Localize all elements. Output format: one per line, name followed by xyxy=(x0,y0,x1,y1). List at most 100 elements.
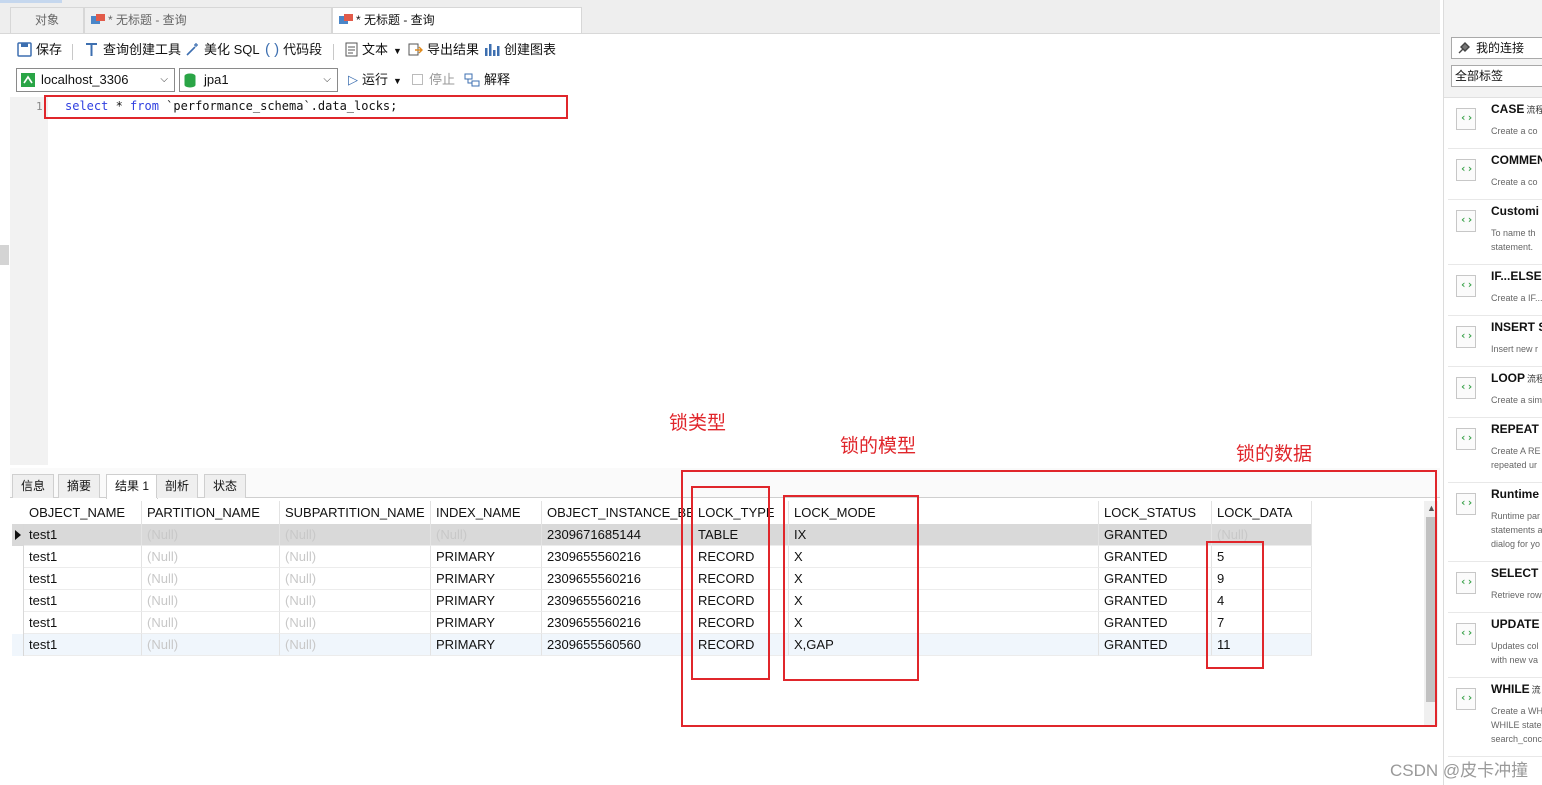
table-cell[interactable]: PRIMARY xyxy=(431,546,542,568)
toolbar-divider xyxy=(333,44,334,60)
line-number-gutter xyxy=(10,97,48,465)
query-builder-button[interactable]: 查询创建工具 xyxy=(84,40,181,60)
snippet-item[interactable]: ‹› REPEAT Create A RE repeated ur xyxy=(1448,418,1542,483)
splitter-handle[interactable] xyxy=(0,245,9,265)
table-cell[interactable]: (Null) xyxy=(142,612,280,634)
table-cell[interactable]: (Null) xyxy=(142,546,280,568)
stop-button[interactable]: 停止 xyxy=(412,70,455,90)
tab-summary[interactable]: 摘要 xyxy=(58,474,101,498)
snippet-title-text: Customi xyxy=(1491,204,1539,218)
table-cell[interactable]: test1 xyxy=(24,590,142,612)
snippet-description-line: repeated ur xyxy=(1491,460,1538,470)
row-selector[interactable] xyxy=(12,590,24,612)
table-cell[interactable]: PRIMARY xyxy=(431,612,542,634)
snippet-item[interactable]: ‹› Runtime Runtime par statements a dialog f… xyxy=(1448,483,1542,562)
snippet-code-icon: ‹› xyxy=(1456,377,1476,399)
row-selector[interactable] xyxy=(12,612,24,634)
connection-select[interactable]: localhost_3306 ⌵ xyxy=(16,68,175,92)
table-cell[interactable]: test1 xyxy=(24,568,142,590)
table-cell[interactable]: (Null) xyxy=(431,524,542,546)
run-button[interactable]: ▷ 运行 ▼ xyxy=(348,70,402,90)
tab-query-untitled-2[interactable]: * 无标题 - 查询 xyxy=(332,7,582,33)
column-header[interactable]: INDEX_NAME xyxy=(431,501,542,525)
editor-toolbar: 保存 查询创建工具 美化 SQL ( ) 代码段 文本 ▼ 导出结果 创建图表 xyxy=(0,36,1440,64)
snippet-item[interactable]: ‹› COMMEN Create a co xyxy=(1448,149,1542,200)
column-header[interactable]: OBJECT_INSTANCE_BEG xyxy=(542,501,693,525)
table-cell[interactable]: test1 xyxy=(24,612,142,634)
tab-info[interactable]: 信息 xyxy=(12,474,55,498)
row-selector[interactable] xyxy=(12,524,24,546)
code-brackets-glyph: ‹› xyxy=(1460,626,1474,639)
row-selector[interactable] xyxy=(12,568,24,590)
table-cell[interactable]: test1 xyxy=(24,524,142,546)
table-cell[interactable]: 2309671685144 xyxy=(542,524,693,546)
code-brackets-glyph: ‹› xyxy=(1460,575,1474,588)
document-icon xyxy=(345,42,358,57)
parentheses-icon: ( ) xyxy=(265,41,280,58)
table-cell[interactable]: test1 xyxy=(24,634,142,656)
table-cell[interactable]: test1 xyxy=(24,546,142,568)
create-chart-button[interactable]: 创建图表 xyxy=(484,40,556,60)
table-cell[interactable]: (Null) xyxy=(280,634,431,656)
table-cell[interactable]: 2309655560560 xyxy=(542,634,693,656)
table-cell[interactable]: PRIMARY xyxy=(431,634,542,656)
snippet-title: IF...ELSE. xyxy=(1491,269,1542,283)
tab-profile[interactable]: 剖析 xyxy=(156,474,199,498)
beautify-sql-button[interactable]: 美化 SQL xyxy=(185,40,260,60)
snippet-tag: 流 xyxy=(1531,685,1541,695)
snippet-description-line: Create a IF... xyxy=(1491,293,1542,303)
snippet-item[interactable]: ‹› LOOP流程 Create a sim xyxy=(1448,367,1542,418)
snippet-item[interactable]: ‹› SELECT S Retrieve row xyxy=(1448,562,1542,613)
table-cell[interactable]: (Null) xyxy=(142,590,280,612)
snippet-description-line: statements a xyxy=(1491,525,1542,535)
table-cell[interactable]: 2309655560216 xyxy=(542,612,693,634)
snippet-item[interactable]: ‹› INSERT S Insert new r xyxy=(1448,316,1542,367)
tab-result-1[interactable]: 结果 1 xyxy=(106,474,159,499)
save-button[interactable]: 保存 xyxy=(17,40,62,60)
row-selector[interactable] xyxy=(12,634,24,656)
code-snippet-button[interactable]: ( ) 代码段 xyxy=(265,40,322,60)
snippet-title: UPDATE xyxy=(1491,617,1539,631)
export-results-button[interactable]: 导出结果 xyxy=(408,40,479,60)
code-brackets-glyph: ‹› xyxy=(1460,162,1474,175)
snippet-item[interactable]: ‹› WHILE 流 Create a WH WHILE state search_con… xyxy=(1448,678,1542,757)
table-cell[interactable]: (Null) xyxy=(280,612,431,634)
snippet-item[interactable]: ‹› UPDATE Updates col with new va xyxy=(1448,613,1542,678)
table-cell[interactable]: (Null) xyxy=(280,568,431,590)
query-tab-icon xyxy=(91,14,105,24)
snippet-item[interactable]: ‹› IF...ELSE. Create a IF... xyxy=(1448,265,1542,316)
column-header[interactable]: PARTITION_NAME xyxy=(142,501,280,525)
snippet-item[interactable]: ‹› Customi To name th statement. xyxy=(1448,200,1542,265)
snippet-title: SELECT S xyxy=(1491,566,1542,580)
table-cell[interactable]: 2309655560216 xyxy=(542,546,693,568)
table-cell[interactable]: 2309655560216 xyxy=(542,568,693,590)
stop-icon xyxy=(412,74,423,85)
table-cell[interactable]: (Null) xyxy=(280,524,431,546)
snippet-description: Create a co xyxy=(1491,124,1538,138)
column-header[interactable]: OBJECT_NAME xyxy=(24,501,142,525)
text-mode-button[interactable]: 文本 ▼ xyxy=(345,40,402,60)
table-cell[interactable]: (Null) xyxy=(280,590,431,612)
table-cell[interactable]: (Null) xyxy=(142,634,280,656)
snippet-item[interactable]: ‹› CASE流程 Create a co xyxy=(1448,98,1542,149)
snippet-title-text: WHILE xyxy=(1491,682,1530,696)
snippet-description: Create a IF... xyxy=(1491,291,1542,305)
table-cell[interactable]: PRIMARY xyxy=(431,590,542,612)
table-cell[interactable]: PRIMARY xyxy=(431,568,542,590)
tab-query-untitled-1[interactable]: * 无标题 - 查询 xyxy=(84,7,332,33)
my-connections-button[interactable]: 我的连接 xyxy=(1451,37,1542,59)
table-cell[interactable]: (Null) xyxy=(142,524,280,546)
tab-status[interactable]: 状态 xyxy=(204,474,247,498)
snippet-tag: 流程 xyxy=(1527,374,1542,384)
explain-button[interactable]: 解释 xyxy=(464,70,510,90)
column-header[interactable]: SUBPARTITION_NAME xyxy=(280,501,431,525)
table-cell[interactable]: 2309655560216 xyxy=(542,590,693,612)
database-select[interactable]: jpa1 ⌵ xyxy=(179,68,338,92)
tag-filter-select[interactable]: 全部标签 xyxy=(1451,65,1542,87)
table-cell[interactable]: (Null) xyxy=(280,546,431,568)
code-brackets-glyph: ‹› xyxy=(1460,691,1474,704)
table-cell[interactable]: (Null) xyxy=(142,568,280,590)
tab-objects[interactable]: 对象 xyxy=(10,7,84,33)
snippet-description-line: search_conc xyxy=(1491,734,1542,744)
row-selector[interactable] xyxy=(12,546,24,568)
